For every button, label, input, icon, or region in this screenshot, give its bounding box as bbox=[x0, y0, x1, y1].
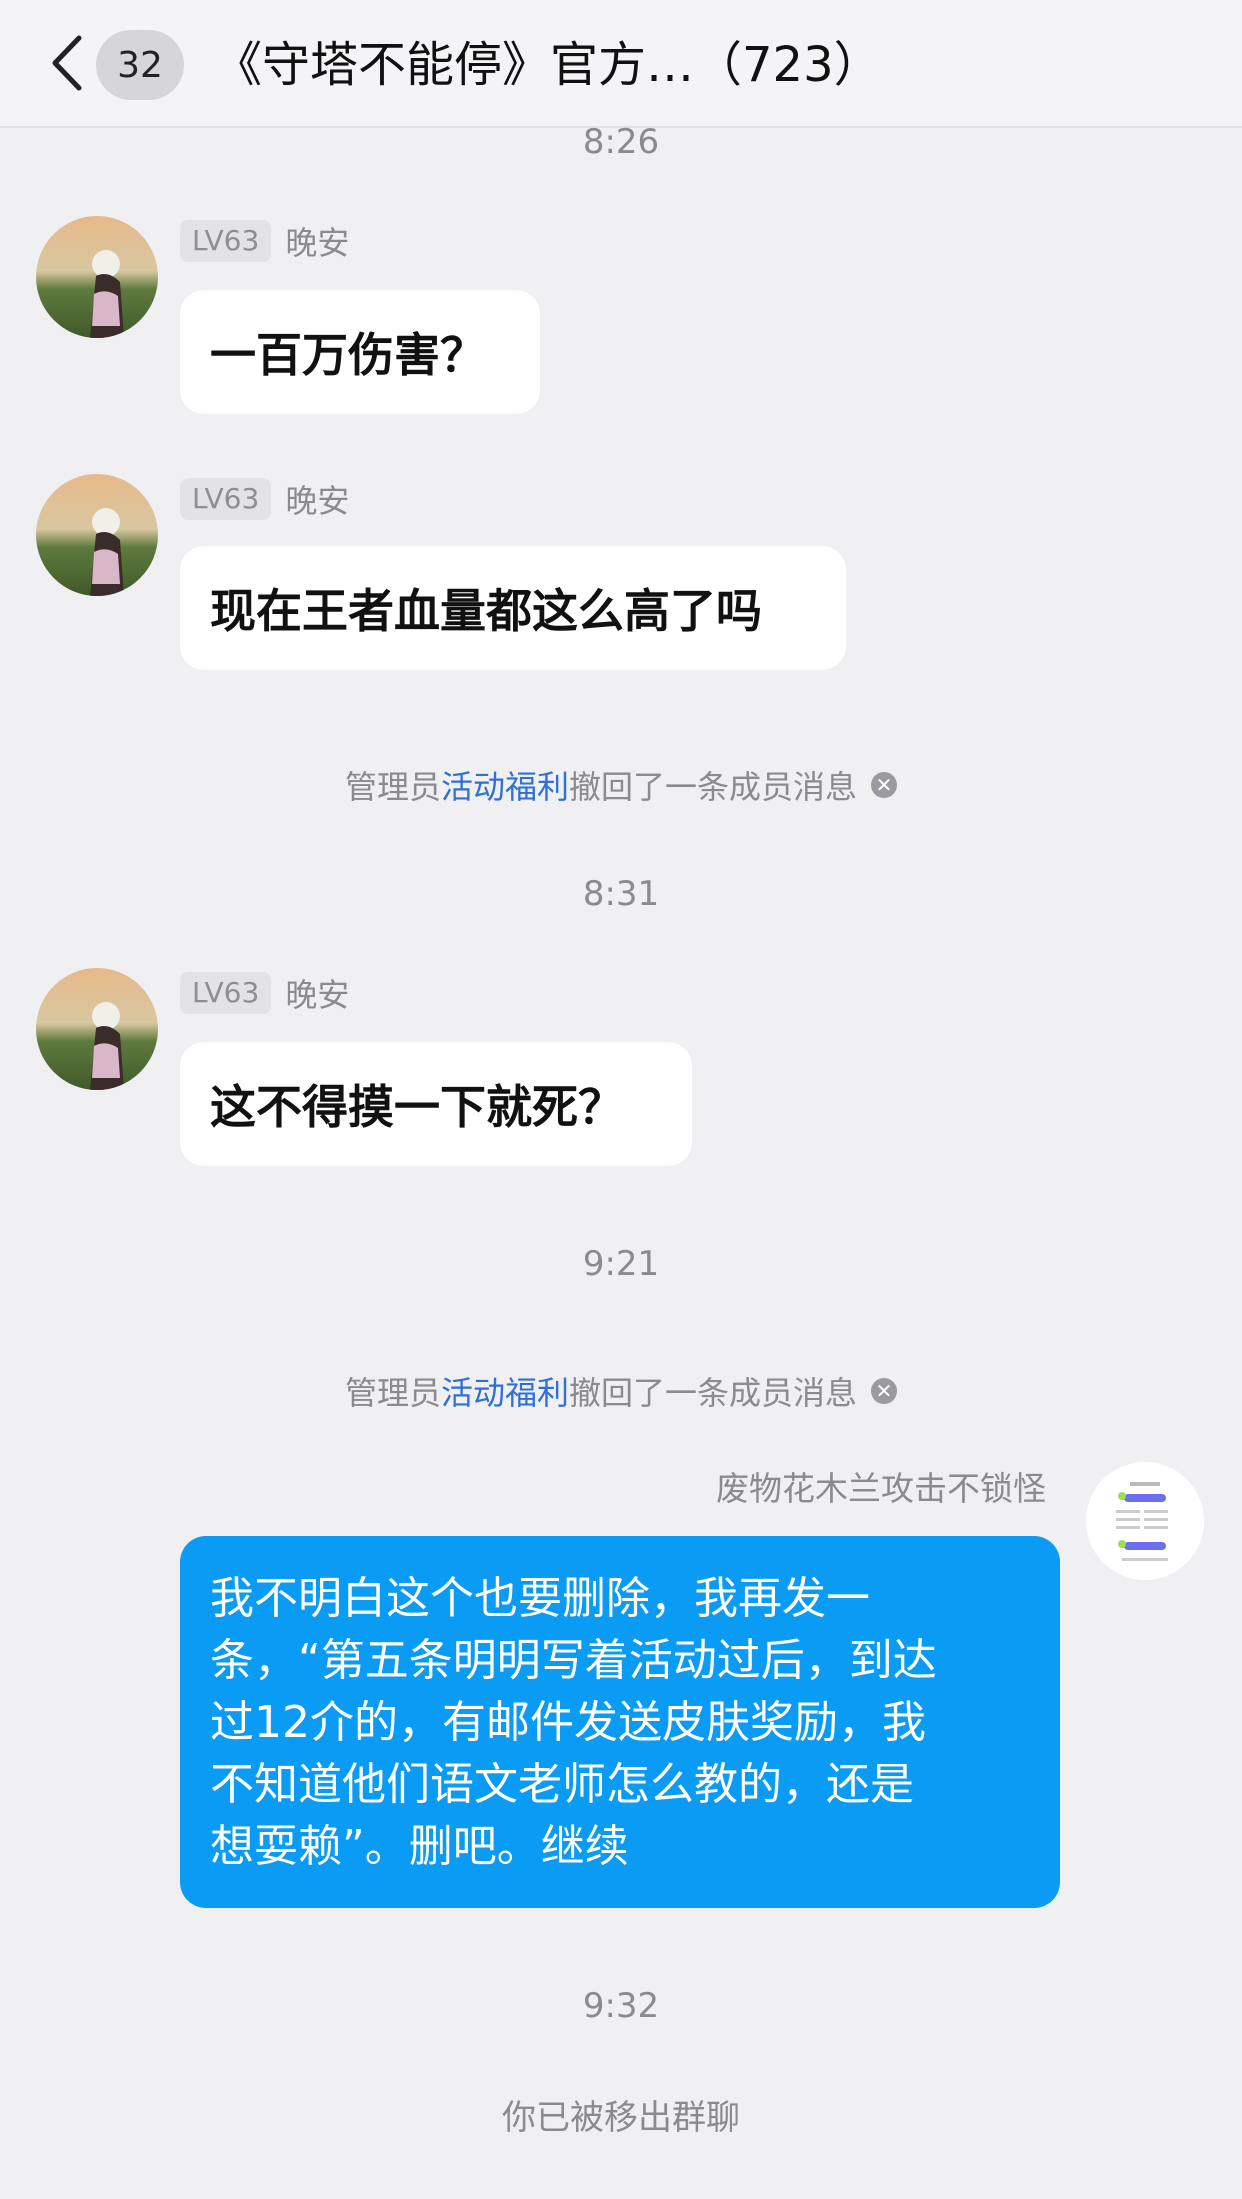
sender-nickname[interactable]: 晚安 bbox=[285, 970, 349, 1016]
message-bubble[interactable]: 一百万伤害？ bbox=[180, 290, 540, 414]
timestamp: 9:21 bbox=[582, 1244, 660, 1284]
chat-screen: 32 《守塔不能停》官方…（723） 8:26 LV63 晚安 一百万伤害？ L… bbox=[0, 0, 1242, 2199]
sender-line: LV63 晚安 bbox=[180, 218, 349, 264]
message-line: 想耍赖”。删吧。继续 bbox=[210, 1821, 629, 1872]
message-line: 不知道他们语文老师怎么教的，还是 bbox=[210, 1759, 914, 1810]
close-icon[interactable]: ✕ bbox=[871, 1378, 898, 1404]
close-icon[interactable]: ✕ bbox=[871, 772, 898, 798]
chat-title[interactable]: 《守塔不能停》官方…（723） bbox=[214, 30, 882, 100]
sender-nickname[interactable]: 晚安 bbox=[285, 476, 349, 522]
chevron-left-icon bbox=[49, 34, 83, 96]
sender-line: LV63 晚安 bbox=[180, 970, 349, 1016]
self-message-bubble[interactable]: 我不明白这个也要删除，我再发一 条，“第五条明明写着活动过后，到达 过12介的，… bbox=[180, 1536, 1060, 1908]
self-nickname[interactable]: 废物花木兰攻击不锁怪 bbox=[716, 1462, 1046, 1510]
avatar[interactable] bbox=[36, 216, 158, 338]
admin-link[interactable]: 活动福利 bbox=[441, 1368, 569, 1414]
chat-header: 32 《守塔不能停》官方…（723） bbox=[0, 0, 1242, 128]
notice-suffix: 撤回了一条成员消息 bbox=[569, 768, 858, 806]
timestamp: 8:26 bbox=[582, 122, 660, 162]
message-line: 过12介的，有邮件发送皮肤奖励，我 bbox=[210, 1697, 926, 1748]
timestamp: 9:32 bbox=[582, 1986, 660, 2026]
message-line: 我不明白这个也要删除，我再发一 bbox=[210, 1573, 870, 1624]
message-line: 条，“第五条明明写着活动过后，到达 bbox=[210, 1635, 937, 1686]
timestamp: 8:31 bbox=[582, 874, 660, 914]
back-button[interactable] bbox=[36, 30, 96, 100]
message-bubble[interactable]: 现在王者血量都这么高了吗 bbox=[180, 546, 846, 670]
avatar[interactable] bbox=[36, 474, 158, 596]
removed-from-group-notice: 你已被移出群聊 bbox=[502, 2098, 740, 2138]
message-bubble[interactable]: 这不得摸一下就死？ bbox=[180, 1042, 692, 1166]
notice-prefix: 管理员 bbox=[344, 1374, 441, 1412]
recall-notice: 管理员 活动福利 撤回了一条成员消息 ✕ bbox=[0, 1368, 1242, 1414]
notice-prefix: 管理员 bbox=[344, 768, 441, 806]
unread-count-badge[interactable]: 32 bbox=[96, 30, 184, 100]
admin-link[interactable]: 活动福利 bbox=[441, 762, 569, 808]
self-avatar[interactable] bbox=[1086, 1462, 1204, 1580]
sender-nickname[interactable]: 晚安 bbox=[285, 218, 349, 264]
level-badge: LV63 bbox=[180, 478, 272, 520]
level-badge: LV63 bbox=[180, 972, 272, 1014]
sender-line: LV63 晚安 bbox=[180, 476, 349, 522]
level-badge: LV63 bbox=[180, 220, 272, 262]
notice-suffix: 撤回了一条成员消息 bbox=[569, 1374, 858, 1412]
avatar[interactable] bbox=[36, 968, 158, 1090]
recall-notice: 管理员 活动福利 撤回了一条成员消息 ✕ bbox=[0, 762, 1242, 808]
